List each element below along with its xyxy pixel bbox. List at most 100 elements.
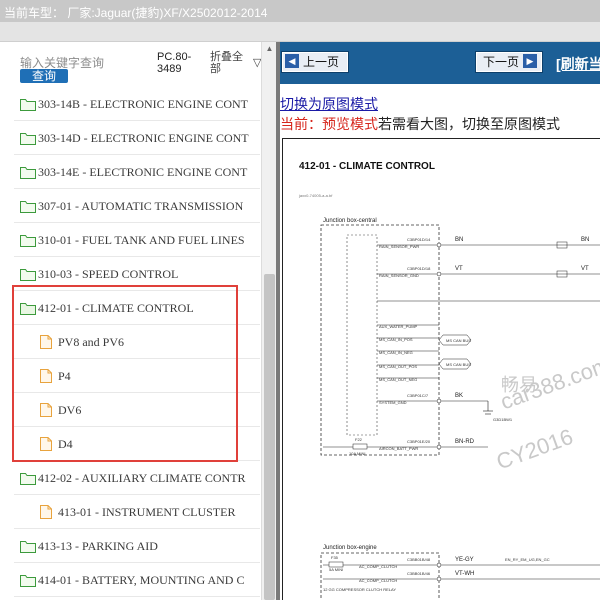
arrow-right-icon: ▶ (523, 54, 538, 68)
connector-top2-label: C3BP01D/18 (407, 266, 431, 271)
wire-yegy-label: YE-GY (455, 557, 474, 563)
signal-rain-pwr: RAIN_SENSOR_PWR (379, 244, 419, 249)
tree-item[interactable]: 303-14E - ELECTRONIC ENGINE CONT (14, 156, 260, 189)
wire-bn-right-label: BN (581, 237, 589, 243)
signal-ac-clutch-2: AC_COMP_CLUTCH (359, 578, 397, 583)
document-panel: ◀ 上一页 下一页 ▶ [刷新当 切换为原图模式 当前：预览模式若需看大图，切换至原… (280, 42, 600, 600)
tree-item-label: 303-14B - ELECTRONIC ENGINE CONT (38, 97, 248, 111)
tree-item[interactable]: 414-01 - BATTERY, MOUNTING AND C (14, 564, 260, 597)
folder-icon (20, 132, 36, 145)
scroll-thumb[interactable] (264, 274, 275, 600)
next-page-button[interactable]: 下一页 ▶ (475, 51, 543, 73)
folder-icon (20, 234, 36, 247)
tree-item[interactable]: P4 (14, 360, 260, 393)
ground-label: G3D1BW1 (493, 417, 513, 422)
signal-can-in-neg: MS_CAN_IN_NEG (379, 350, 413, 355)
signal-can-out-neg: MS_CAN_OUT_NEG (379, 377, 417, 382)
wire-vtwh-label: VT-WH (455, 571, 474, 577)
next-page-label: 下一页 (483, 55, 520, 69)
tree-scrollbar[interactable]: ▲ (261, 42, 276, 600)
prev-page-label: 上一页 (303, 55, 340, 69)
mode-status-prefix: 当前：预览模式 (280, 116, 378, 132)
tree-item-label: 307-01 - AUTOMATIC TRANSMISSION (38, 199, 244, 213)
fuse-f35-label: F35 (331, 555, 339, 560)
tree-item-label: 413-01 - INSTRUMENT CLUSTER (58, 505, 236, 519)
page-navigation-bar: ◀ 上一页 下一页 ▶ [刷新当 (280, 42, 600, 84)
tree-item[interactable]: PV8 and PV6 (14, 326, 260, 359)
toolbar-strip (0, 22, 600, 42)
tree-item-label: 303-14D - ELECTRONIC ENGINE CONT (38, 131, 249, 145)
junction-box-central-label: Junction box-central (323, 218, 377, 224)
mode-status-hint: 若需看大图，切换至原图模式 (378, 116, 560, 132)
document-icon (40, 505, 52, 519)
document-icon (40, 335, 52, 349)
tree-item[interactable]: 413-13 - PARKING AID (14, 530, 260, 563)
tree-item[interactable]: 413-01 - INSTRUMENT CLUSTER (14, 496, 260, 529)
connector-eng2-label: C3BB01B/46 (407, 571, 431, 576)
connector-mid-label: C3BP01C/7 (407, 393, 429, 398)
signal-ac-clutch: AC_COMP_CLUTCH (359, 564, 397, 569)
fuse-f22-label: F22 (355, 437, 363, 442)
signal-rain-gnd: RAIN_SENSOR_GND (379, 273, 419, 278)
signal-can-out-pos: MS_CAN_OUT_POS (379, 364, 417, 369)
tree-item-label: 412-01 - CLIMATE CONTROL (38, 301, 194, 315)
prev-page-button[interactable]: ◀ 上一页 (281, 51, 349, 73)
tree-item-label: PV8 and PV6 (58, 335, 125, 349)
signal-system-gnd: SYSTEM_GND (379, 400, 407, 405)
tree-item[interactable]: D4 (14, 428, 260, 461)
connector-top1-label: C3BP01D/14 (407, 237, 431, 242)
tree-item-label: D4 (58, 437, 73, 451)
wire-bn-label: BN (455, 237, 463, 243)
tree-item[interactable]: 310-03 - SPEED CONTROL (14, 258, 260, 291)
tree-item[interactable]: 412-02 - AUXILIARY CLIMATE CONTR (14, 462, 260, 495)
refresh-link[interactable]: [刷新当 (556, 54, 600, 74)
mode-status-text: 当前：预览模式若需看大图，切换至原图模式 (280, 114, 560, 134)
tree-item[interactable]: 412-01 - CLIMATE CONTROL (14, 292, 260, 325)
ecu-label: EN_RY_EM_UG,EN_GC (505, 557, 550, 562)
folder-icon (20, 302, 36, 315)
title-bar: 当前车型： 厂家:Jaguar(捷豹)XF/X2502012-2014 (0, 0, 600, 22)
tree-item[interactable]: 303-14B - ELECTRONIC ENGINE CONT (14, 88, 260, 121)
connector-eng1-label: C3BB01B/48 (407, 557, 431, 562)
tree-item[interactable]: 303-14D - ELECTRONIC ENGINE CONT (14, 122, 260, 155)
wiring-diagram-page: 412-01 - CLIMATE CONTROL jaxx0-74005-a-a… (282, 138, 600, 600)
wire-bk-label: BK (455, 393, 463, 399)
tree-item-label: 413-13 - PARKING AID (38, 539, 158, 553)
tree-item-label: 414-01 - BATTERY, MOUNTING AND C (38, 573, 245, 587)
signal-can-in-pos: MS_CAN_IN_POS (379, 337, 413, 342)
pc-code-label: PC.80-3489 (157, 51, 192, 75)
tree-item[interactable]: 307-01 - AUTOMATIC TRANSMISSION (14, 190, 260, 223)
scroll-up-icon[interactable]: ▲ (262, 44, 276, 53)
wire-bnrd-label: BN-RD (455, 439, 475, 445)
tree-item-label: 303-14E - ELECTRONIC ENGINE CONT (38, 165, 248, 179)
wire-vt-label: VT (455, 266, 463, 272)
switch-original-mode-link[interactable]: 切换为原图模式 (280, 94, 378, 114)
query-button[interactable]: 查询 (20, 69, 68, 83)
signal-aircon-batt: AIRCON_BATT_PWR (379, 446, 418, 451)
signal-aux-pump: AUX_WATER_PUMP (379, 324, 418, 329)
folder-icon (20, 200, 36, 213)
tree-item-label: 310-03 - SPEED CONTROL (38, 267, 179, 281)
folder-icon (20, 98, 36, 111)
folder-icon (20, 574, 36, 587)
relay-label: 12 GG COMPRESSOR CLUTCH RELAY (323, 587, 396, 592)
folder-icon (20, 540, 36, 553)
can-bus-tag-1: MS CAN BUS (446, 338, 471, 343)
arrow-left-icon: ◀ (285, 54, 299, 68)
folder-icon (20, 472, 36, 485)
catalog-panel: 输入关键字查询 查询 PC.80-3489 折叠全部 ▽ 303-14B - E… (0, 42, 276, 600)
document-icon (40, 403, 52, 417)
can-bus-tag-2: MS CAN BUS (446, 362, 471, 367)
connector-bottom-label: C3BP01E/20 (407, 439, 431, 444)
junction-box-engine-label: Junction box-engine (323, 545, 377, 551)
internal-module (346, 234, 378, 436)
tree-item[interactable]: 310-01 - FUEL TANK AND FUEL LINES (14, 224, 260, 257)
tree-item-label: P4 (58, 369, 71, 383)
document-icon (40, 437, 52, 451)
wire-vt-right-label: VT (581, 266, 589, 272)
fuse-rating-label: 10A MINI (349, 451, 365, 456)
tree-item[interactable]: DV6 (14, 394, 260, 427)
folder-icon (20, 268, 36, 281)
tree-item-label: 310-01 - FUEL TANK AND FUEL LINES (38, 233, 245, 247)
collapse-all-button[interactable]: 折叠全部 (210, 51, 250, 75)
